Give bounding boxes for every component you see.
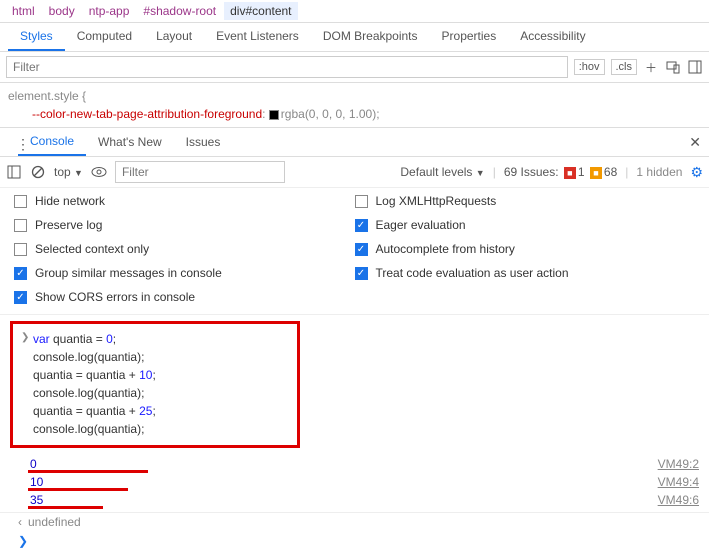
setting-label: Eager evaluation bbox=[376, 218, 466, 232]
setting-hide-network[interactable]: Hide network bbox=[14, 194, 355, 208]
code-body[interactable]: var quantia = 0; console.log(quantia); q… bbox=[33, 330, 156, 438]
hidden-count[interactable]: 1 hidden bbox=[636, 165, 682, 179]
setting-label: Show CORS errors in console bbox=[35, 290, 195, 304]
elements-tab[interactable]: DOM Breakpoints bbox=[311, 23, 430, 51]
setting-label: Hide network bbox=[35, 194, 105, 208]
issues-counter[interactable]: 69 Issues: ■1 ■68 bbox=[504, 165, 617, 179]
context-selector[interactable]: top ▼ bbox=[54, 165, 83, 179]
breadcrumb: htmlbodyntp-app#shadow-rootdiv#content bbox=[0, 0, 709, 23]
checkbox-icon: ✓ bbox=[14, 267, 27, 280]
setting-show-cors-errors-in-console[interactable]: ✓ Show CORS errors in console bbox=[14, 290, 355, 304]
css-property-row[interactable]: --color-new-tab-page-attribution-foregro… bbox=[8, 105, 701, 123]
gear-icon[interactable]: ⚙ bbox=[690, 164, 703, 181]
setting-label: Log XMLHttpRequests bbox=[376, 194, 497, 208]
log-levels-selector[interactable]: Default levels ▼ bbox=[400, 165, 484, 179]
log-source-link[interactable]: VM49:4 bbox=[658, 475, 699, 489]
console-input-block: ❯var quantia = 0; console.log(quantia); … bbox=[10, 321, 300, 448]
warning-badge-icon: ■ bbox=[590, 167, 602, 179]
setting-label: Treat code evaluation as user action bbox=[376, 266, 569, 280]
close-icon[interactable]: ✕ bbox=[681, 130, 709, 155]
elements-tab[interactable]: Layout bbox=[144, 23, 204, 51]
styles-pane: element.style { --color-new-tab-page-att… bbox=[0, 83, 709, 128]
device-icon[interactable] bbox=[665, 59, 681, 75]
chevron-right-icon: ❯ bbox=[21, 330, 33, 345]
error-badge-icon: ■ bbox=[564, 167, 576, 179]
log-source-link[interactable]: VM49:6 bbox=[658, 493, 699, 507]
breadcrumb-item[interactable]: #shadow-root bbox=[137, 2, 222, 20]
drawer-tabs: ⋮ Console What's New Issues ✕ bbox=[0, 128, 709, 157]
styles-filter-bar: :hov .cls ＋ bbox=[0, 52, 709, 83]
log-value: 0 bbox=[30, 457, 37, 471]
elements-tab[interactable]: Properties bbox=[430, 23, 509, 51]
console-filter-input[interactable] bbox=[115, 161, 285, 183]
log-value: 35 bbox=[30, 493, 43, 507]
elements-tab[interactable]: Computed bbox=[65, 23, 144, 51]
color-swatch-icon[interactable] bbox=[269, 110, 279, 120]
clear-console-icon[interactable] bbox=[30, 164, 46, 180]
live-expression-icon[interactable] bbox=[91, 164, 107, 180]
checkbox-icon bbox=[355, 195, 368, 208]
setting-preserve-log[interactable]: Preserve log bbox=[14, 218, 355, 232]
checkbox-icon: ✓ bbox=[355, 219, 368, 232]
checkbox-icon: ✓ bbox=[355, 267, 368, 280]
console-toolbar: top ▼ Default levels ▼ | 69 Issues: ■1 ■… bbox=[0, 157, 709, 188]
selector-line: element.style { bbox=[8, 87, 701, 105]
console-log-row: 35 VM49:6 bbox=[0, 492, 709, 508]
checkbox-icon: ✓ bbox=[14, 291, 27, 304]
setting-label: Group similar messages in console bbox=[35, 266, 222, 280]
setting-eager-evaluation[interactable]: ✓ Eager evaluation bbox=[355, 218, 696, 232]
log-source-link[interactable]: VM49:2 bbox=[658, 457, 699, 471]
setting-treat-code-evaluation-as-user-action[interactable]: ✓ Treat code evaluation as user action bbox=[355, 266, 696, 280]
breadcrumb-item[interactable]: ntp-app bbox=[83, 2, 136, 20]
setting-log-xmlhttprequests[interactable]: Log XMLHttpRequests bbox=[355, 194, 696, 208]
breadcrumb-item[interactable]: body bbox=[43, 2, 81, 20]
kebab-icon[interactable]: ⋮ bbox=[4, 136, 42, 152]
hov-toggle[interactable]: :hov bbox=[574, 59, 605, 75]
console-prompt[interactable]: ❯ bbox=[0, 532, 709, 548]
return-value: ‹undefined bbox=[0, 513, 709, 532]
console-output: 0 VM49:2 10 VM49:4 35 VM49:6 bbox=[0, 454, 709, 513]
chevron-left-icon: ‹ bbox=[18, 515, 22, 529]
styles-filter-input[interactable] bbox=[6, 56, 568, 78]
setting-label: Preserve log bbox=[35, 218, 102, 232]
checkbox-icon bbox=[14, 219, 27, 232]
elements-tab[interactable]: Accessibility bbox=[508, 23, 597, 51]
setting-selected-context-only[interactable]: Selected context only bbox=[14, 242, 355, 256]
log-value: 10 bbox=[30, 475, 43, 489]
checkbox-icon bbox=[14, 243, 27, 256]
elements-tab[interactable]: Event Listeners bbox=[204, 23, 311, 51]
panel-icon[interactable] bbox=[687, 59, 703, 75]
elements-subtabs: StylesComputedLayoutEvent ListenersDOM B… bbox=[0, 23, 709, 52]
sidebar-toggle-icon[interactable] bbox=[6, 164, 22, 180]
elements-tab[interactable]: Styles bbox=[8, 23, 65, 51]
breadcrumb-item[interactable]: div#content bbox=[224, 2, 297, 20]
tab-whats-new[interactable]: What's New bbox=[86, 129, 174, 155]
checkbox-icon bbox=[14, 195, 27, 208]
plus-icon[interactable]: ＋ bbox=[643, 59, 659, 75]
console-settings: Hide network Preserve log Selected context… bbox=[0, 188, 709, 315]
console-log-row: 0 VM49:2 bbox=[0, 456, 709, 472]
tab-issues[interactable]: Issues bbox=[174, 129, 233, 155]
setting-label: Autocomplete from history bbox=[376, 242, 515, 256]
cls-toggle[interactable]: .cls bbox=[611, 59, 638, 75]
console-log-row: 10 VM49:4 bbox=[0, 474, 709, 490]
breadcrumb-item[interactable]: html bbox=[6, 2, 41, 20]
setting-autocomplete-from-history[interactable]: ✓ Autocomplete from history bbox=[355, 242, 696, 256]
setting-label: Selected context only bbox=[35, 242, 149, 256]
setting-group-similar-messages-in-console[interactable]: ✓ Group similar messages in console bbox=[14, 266, 355, 280]
checkbox-icon: ✓ bbox=[355, 243, 368, 256]
